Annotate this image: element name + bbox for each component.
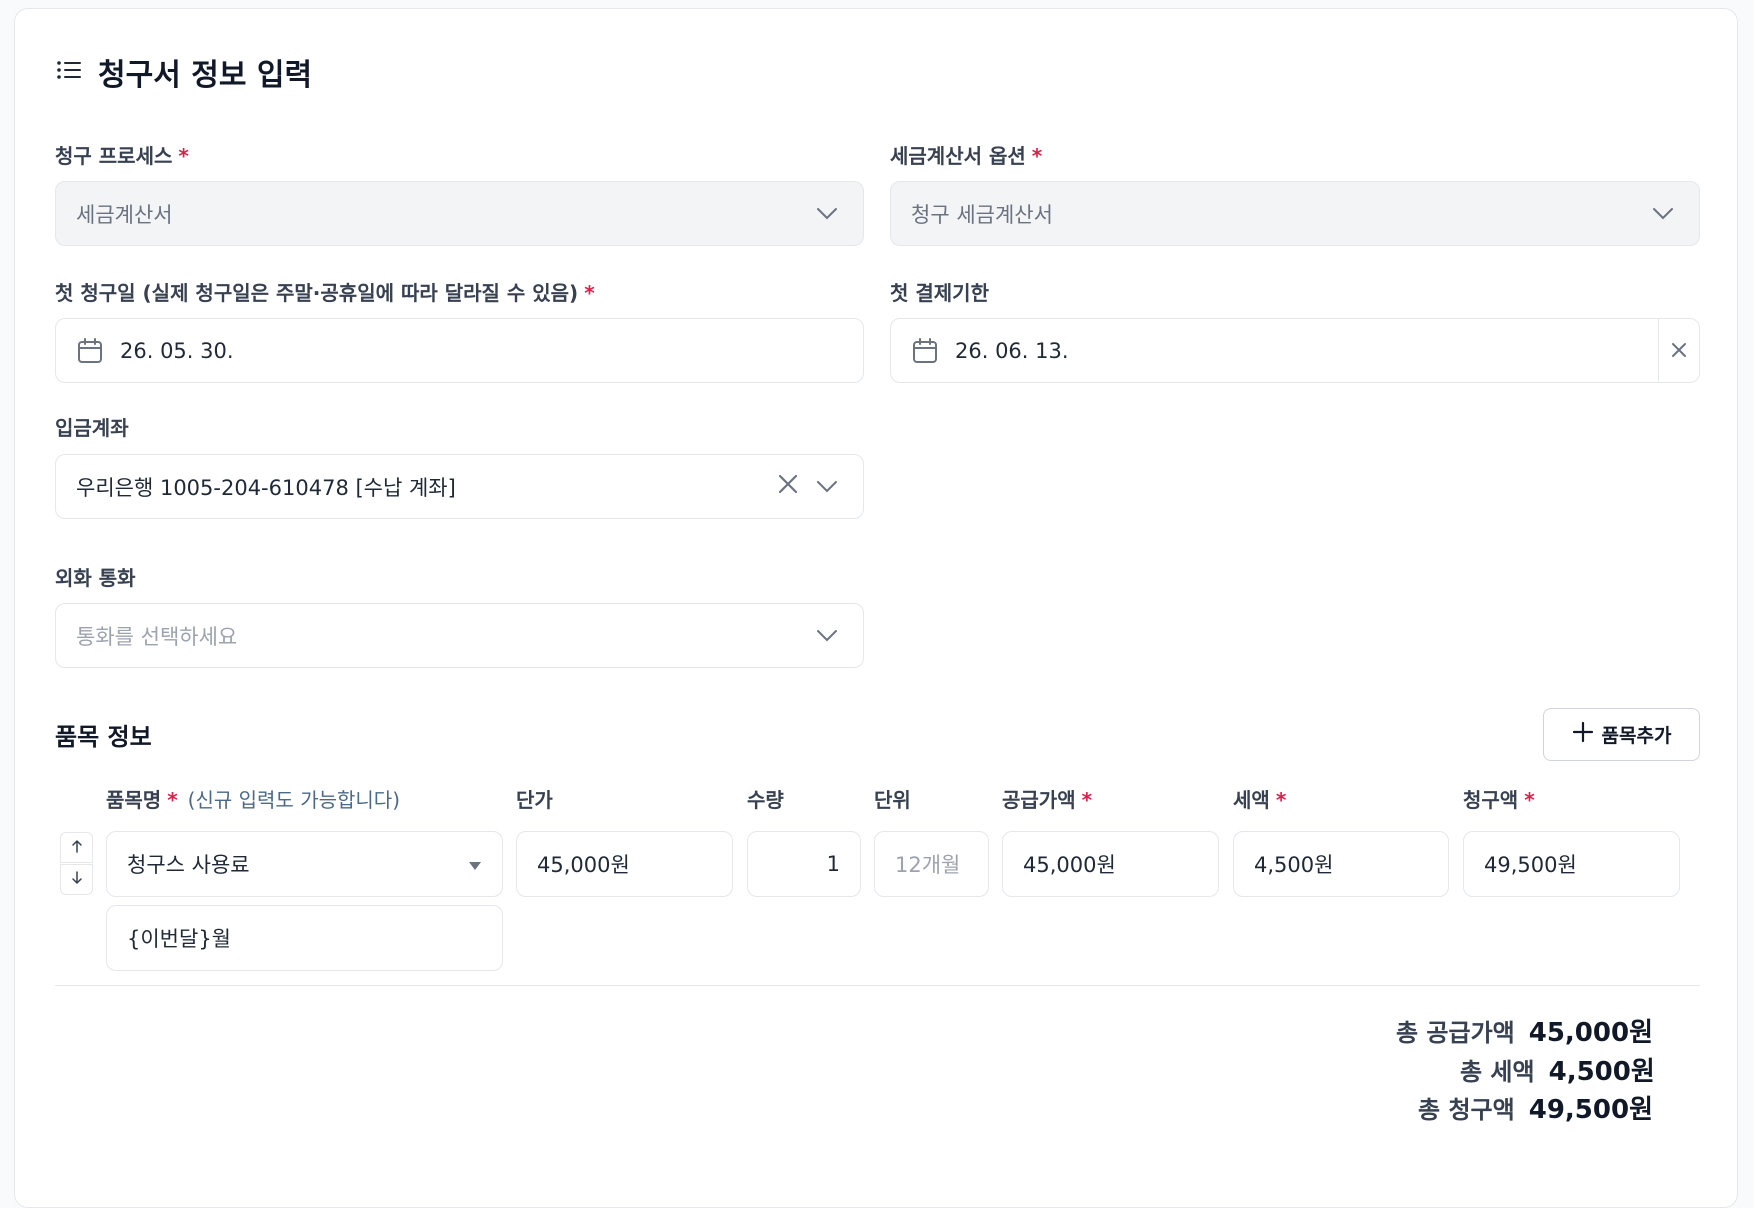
quantity-input[interactable]: 1	[747, 831, 861, 897]
first-billing-date-label: 첫 청구일 (실제 청구일은 주말·공휴일에 따라 달라질 수 있음) *	[55, 281, 595, 305]
header-quantity: 수량	[747, 788, 784, 812]
chevron-down-icon	[807, 616, 847, 656]
billing-amount-value: 49,500원	[1484, 853, 1577, 877]
header-item-name: 품목명 * (신규 입력도 가능합니다)	[106, 788, 400, 812]
foreign-currency-label: 외화 통화	[55, 566, 136, 590]
total-tax-label: 총 세액	[1460, 1058, 1535, 1086]
plus-icon	[1572, 721, 1594, 748]
foreign-currency-placeholder: 통화를 선택하세요	[76, 624, 238, 649]
tax-invoice-option-label: 세금계산서 옵션 *	[890, 144, 1043, 168]
first-due-date-input[interactable]: 26. 06. 13.	[890, 318, 1700, 383]
first-due-date-value: 26. 06. 13.	[955, 338, 1069, 363]
unit-input[interactable]: 12개월	[874, 831, 989, 897]
section-divider	[55, 985, 1700, 986]
arrow-down-icon	[71, 870, 83, 889]
clear-due-date-button[interactable]	[1658, 319, 1699, 382]
caret-down-icon	[468, 852, 482, 876]
header-billing-amount: 청구액 *	[1463, 788, 1535, 812]
total-billing-row: 총 청구액 49,500원	[1418, 1089, 1653, 1126]
item-description-value: {이번달}월	[127, 927, 232, 951]
calendar-icon	[76, 337, 104, 365]
tax-value: 4,500원	[1254, 853, 1334, 877]
item-description-input[interactable]: {이번달}월	[106, 905, 503, 971]
supply-amount-value: 45,000원	[1023, 853, 1116, 877]
deposit-account-select[interactable]: 우리은행 1005-204-610478 [수납 계좌]	[55, 454, 864, 519]
total-supply-label: 총 공급가액	[1395, 1019, 1515, 1047]
header-tax: 세액 *	[1233, 788, 1287, 812]
add-item-button[interactable]: 품목추가	[1543, 708, 1700, 761]
close-icon	[777, 473, 799, 500]
tax-input[interactable]: 4,500원	[1233, 831, 1449, 897]
arrow-up-icon	[71, 838, 83, 857]
items-section-title: 품목 정보	[55, 723, 152, 751]
tax-invoice-option-select[interactable]: 청구 세금계산서	[890, 181, 1700, 246]
total-supply-value: 45,000원	[1528, 1018, 1653, 1048]
deposit-account-value: 우리은행 1005-204-610478 [수납 계좌]	[76, 475, 456, 500]
chevron-down-icon	[1643, 194, 1683, 234]
header-unit-price: 단가	[516, 788, 553, 812]
item-name-hint: (신규 입력도 가능합니다)	[187, 788, 400, 812]
item-name-select[interactable]: 청구스 사용료	[106, 831, 503, 897]
first-billing-date-input[interactable]: 26. 05. 30.	[55, 318, 864, 383]
total-tax-value: 4,500원	[1548, 1057, 1655, 1087]
quantity-value: 1	[826, 852, 840, 876]
total-tax-row: 총 세액 4,500원	[1460, 1051, 1655, 1088]
total-supply-row: 총 공급가액 45,000원	[1396, 1012, 1653, 1049]
calendar-icon	[911, 337, 939, 365]
clear-account-button[interactable]	[773, 472, 803, 502]
unit-price-input[interactable]: 45,000원	[516, 831, 733, 897]
first-due-date-label: 첫 결제기한	[890, 281, 989, 305]
foreign-currency-select[interactable]: 통화를 선택하세요	[55, 603, 864, 668]
first-billing-date-value: 26. 05. 30.	[120, 338, 234, 363]
header-unit: 단위	[874, 788, 911, 812]
deposit-account-label: 입금계좌	[55, 416, 129, 440]
page-header: 청구서 정보 입력	[56, 50, 312, 94]
header-supply-amount: 공급가액 *	[1002, 788, 1093, 812]
list-icon	[56, 59, 82, 85]
page-title: 청구서 정보 입력	[98, 58, 313, 93]
billing-process-value: 세금계산서	[76, 202, 173, 227]
billing-amount-input[interactable]: 49,500원	[1463, 831, 1680, 897]
unit-price-value: 45,000원	[537, 853, 630, 877]
total-billing-value: 49,500원	[1528, 1095, 1653, 1125]
chevron-down-icon	[807, 194, 847, 234]
chevron-down-icon[interactable]	[807, 467, 847, 507]
total-billing-label: 총 청구액	[1418, 1096, 1515, 1124]
close-icon	[1671, 339, 1687, 363]
move-up-button[interactable]	[60, 832, 93, 863]
billing-process-label: 청구 프로세스 *	[55, 144, 189, 168]
billing-process-select[interactable]: 세금계산서	[55, 181, 864, 246]
unit-placeholder: 12개월	[895, 853, 961, 877]
item-name-value: 청구스 사용료	[127, 853, 250, 877]
move-down-button[interactable]	[60, 864, 93, 895]
add-item-label: 품목추가	[1601, 725, 1672, 747]
supply-amount-input[interactable]: 45,000원	[1002, 831, 1219, 897]
tax-invoice-option-value: 청구 세금계산서	[911, 202, 1053, 227]
